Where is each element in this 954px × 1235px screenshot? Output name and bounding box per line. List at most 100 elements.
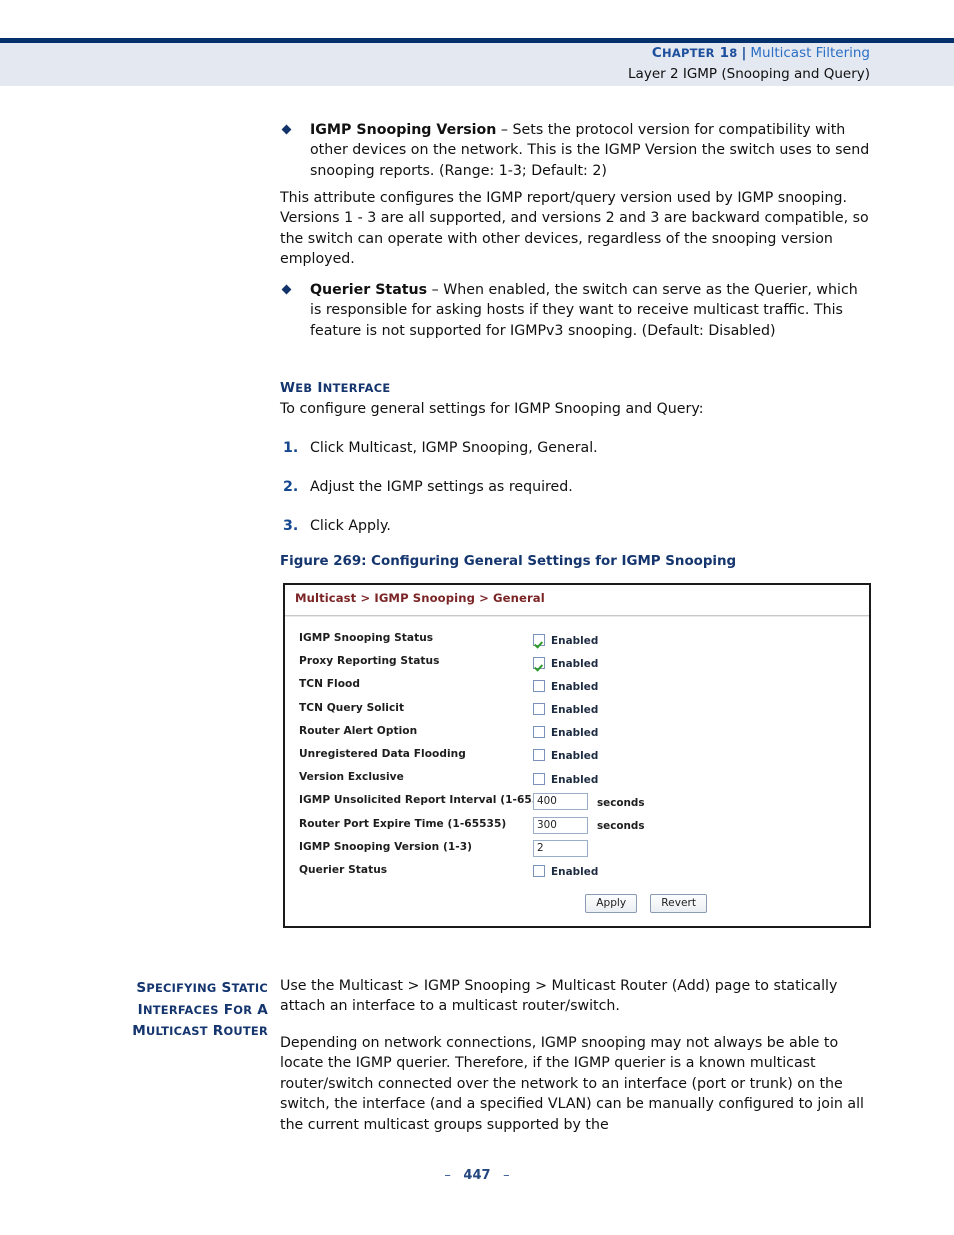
settings-row-control: Enabled: [533, 676, 598, 695]
settings-row-control: Enabled: [533, 630, 598, 649]
settings-row-control: Enabled: [533, 723, 598, 742]
checkbox-unchecked[interactable]: [533, 703, 545, 716]
settings-row-control: Enabled: [533, 653, 598, 672]
settings-row-label: Unregistered Data Flooding: [299, 747, 466, 760]
settings-row-label: Version Exclusive: [299, 771, 404, 784]
step-number: 2.: [283, 479, 299, 495]
settings-row-control: Enabled: [533, 769, 598, 788]
bullet-dash: –: [496, 122, 513, 138]
bullet-text: IGMP Snooping Version – Sets the protoco…: [310, 120, 872, 181]
bullet-term: Querier Status: [310, 282, 428, 298]
settings-row-label: IGMP Unsolicited Report Interval (1-6553…: [299, 794, 559, 807]
header-topic: Multicast Filtering: [750, 45, 870, 61]
settings-row-label: Router Port Expire Time (1-65535): [299, 817, 507, 830]
checkbox-unchecked[interactable]: [533, 772, 545, 785]
settings-row: TCN Flood Enabled: [285, 676, 869, 699]
step-item: 3. Click Apply.: [280, 516, 872, 536]
settings-row-label: IGMP Snooping Version (1-3): [299, 840, 473, 853]
section-margin-title: SPECIFYING STATIC INTERFACES FOR A MULTI…: [82, 978, 268, 1043]
checkbox-label: Enabled: [551, 866, 599, 879]
checkbox-label: Enabled: [551, 657, 599, 670]
checkbox-checked[interactable]: [533, 633, 545, 646]
step-item: 2. Adjust the IGMP settings as required.: [280, 477, 872, 497]
settings-row: IGMP Snooping Version (1-3) 2: [285, 839, 869, 862]
settings-row-label: Proxy Reporting Status: [299, 655, 440, 668]
step-item: 1. Click Multicast, IGMP Snooping, Gener…: [280, 438, 872, 458]
settings-row-label: TCN Flood: [299, 678, 361, 691]
step-number: 1.: [283, 440, 299, 456]
settings-row-control: 400 seconds: [533, 792, 645, 811]
bullet-text: Querier Status – When enabled, the switc…: [310, 280, 872, 341]
app-settings-form: IGMP Snooping Status Enabled Proxy Reporti…: [285, 616, 869, 885]
checkbox-unchecked[interactable]: [533, 749, 545, 762]
checkbox-label: Enabled: [551, 680, 599, 693]
bullet-diamond-icon: [281, 284, 292, 295]
footer-dash-left: –: [444, 1168, 451, 1183]
header-text-block: CHAPTER 18 | Multicast Filtering Layer 2 I…: [0, 43, 954, 86]
text-input[interactable]: 2: [533, 839, 588, 857]
header-chapter-label: CHAPTER 18: [651, 45, 738, 61]
settings-row: Version Exclusive Enabled: [285, 769, 869, 792]
checkbox-label: Enabled: [551, 727, 599, 740]
settings-row-control: 300 seconds: [533, 816, 645, 835]
figure-igmp-snooping-general: Multicast > IGMP Snooping > General IGMP…: [283, 583, 871, 928]
checkbox-checked[interactable]: [533, 656, 545, 669]
footer-dash-right: –: [503, 1168, 510, 1183]
step-text: Click Apply.: [310, 518, 391, 534]
web-interface-intro: To configure general settings for IGMP S…: [280, 401, 704, 417]
page-number: 447: [463, 1168, 491, 1183]
settings-row: Unregistered Data Flooding Enabled: [285, 746, 869, 769]
settings-row-control: Enabled: [533, 746, 598, 765]
settings-row: Proxy Reporting Status Enabled: [285, 653, 869, 676]
figure-caption: Figure 269: Configuring General Settings…: [280, 554, 737, 569]
checkbox-unchecked[interactable]: [533, 679, 545, 692]
settings-row-label: IGMP Snooping Status: [299, 632, 434, 644]
bullet-querier-status: Querier Status – When enabled, the switc…: [280, 280, 872, 341]
step-text: Adjust the IGMP settings as required.: [310, 479, 573, 495]
settings-row-label: TCN Query Solicit: [299, 701, 405, 714]
checkbox-label: Enabled: [551, 750, 599, 763]
settings-row: Router Port Expire Time (1-65535) 300 seco…: [285, 816, 869, 839]
bullet-diamond-icon: [281, 124, 292, 135]
app-breadcrumb-bar: Multicast > IGMP Snooping > General: [285, 585, 869, 617]
section-margin-title-line-3: MULTICAST ROUTER: [132, 1023, 268, 1040]
web-interface-heading: WEB INTERFACE: [280, 380, 391, 396]
bullet-igmp-snooping-version: IGMP Snooping Version – Sets the protoco…: [280, 120, 872, 181]
section-paragraph-2: Depending on network connections, IGMP s…: [280, 1035, 864, 1133]
text-input[interactable]: 300: [533, 816, 588, 834]
page-footer: – 447 –: [0, 1168, 954, 1183]
step-number: 3.: [283, 518, 299, 534]
section-margin-title-line-2: INTERFACES FOR A: [137, 1001, 268, 1018]
header-separator: |: [741, 45, 747, 61]
section-paragraph-1: Use the Multicast > IGMP Snooping > Mult…: [280, 978, 838, 1015]
settings-row-control: Enabled: [533, 700, 598, 719]
settings-row: IGMP Snooping Status Enabled: [285, 630, 869, 653]
checkbox-label: Enabled: [551, 704, 599, 717]
step-text: Click Multicast, IGMP Snooping, General.: [310, 440, 598, 456]
settings-row-control: Enabled: [533, 862, 598, 881]
header-subtitle: Layer 2 IGMP (Snooping and Query): [628, 66, 870, 82]
section-margin-title-line-1: SPECIFYING STATIC: [136, 980, 268, 996]
revert-button[interactable]: Revert: [650, 894, 707, 913]
checkbox-label: Enabled: [551, 634, 599, 647]
checkbox-label: Enabled: [551, 773, 599, 786]
input-unit-label: seconds: [597, 796, 645, 809]
app-action-bar: Apply Revert: [285, 891, 869, 913]
input-unit-label: seconds: [597, 820, 645, 832]
checkbox-unchecked[interactable]: [533, 865, 545, 878]
apply-button[interactable]: Apply: [585, 894, 638, 913]
settings-row: TCN Query Solicit Enabled: [285, 700, 869, 723]
bullet-dash: –: [427, 282, 444, 298]
paragraph-version-detail: This attribute configures the IGMP repor…: [280, 190, 869, 268]
settings-row: Querier Status Enabled: [285, 862, 869, 885]
settings-row-control: 2: [533, 839, 588, 858]
settings-row-label: Router Alert Option: [299, 724, 418, 737]
breadcrumb[interactable]: Multicast > IGMP Snooping > General: [295, 591, 545, 605]
settings-row-label: Querier Status: [299, 863, 388, 876]
checkbox-unchecked[interactable]: [533, 726, 545, 739]
settings-row: Router Alert Option Enabled: [285, 723, 869, 746]
bullet-term: IGMP Snooping Version: [310, 122, 497, 138]
text-input[interactable]: 400: [533, 793, 588, 811]
header-chapter-line: CHAPTER 18 | Multicast Filtering: [0, 43, 870, 64]
settings-row: IGMP Unsolicited Report Interval (1-6553…: [285, 792, 869, 815]
